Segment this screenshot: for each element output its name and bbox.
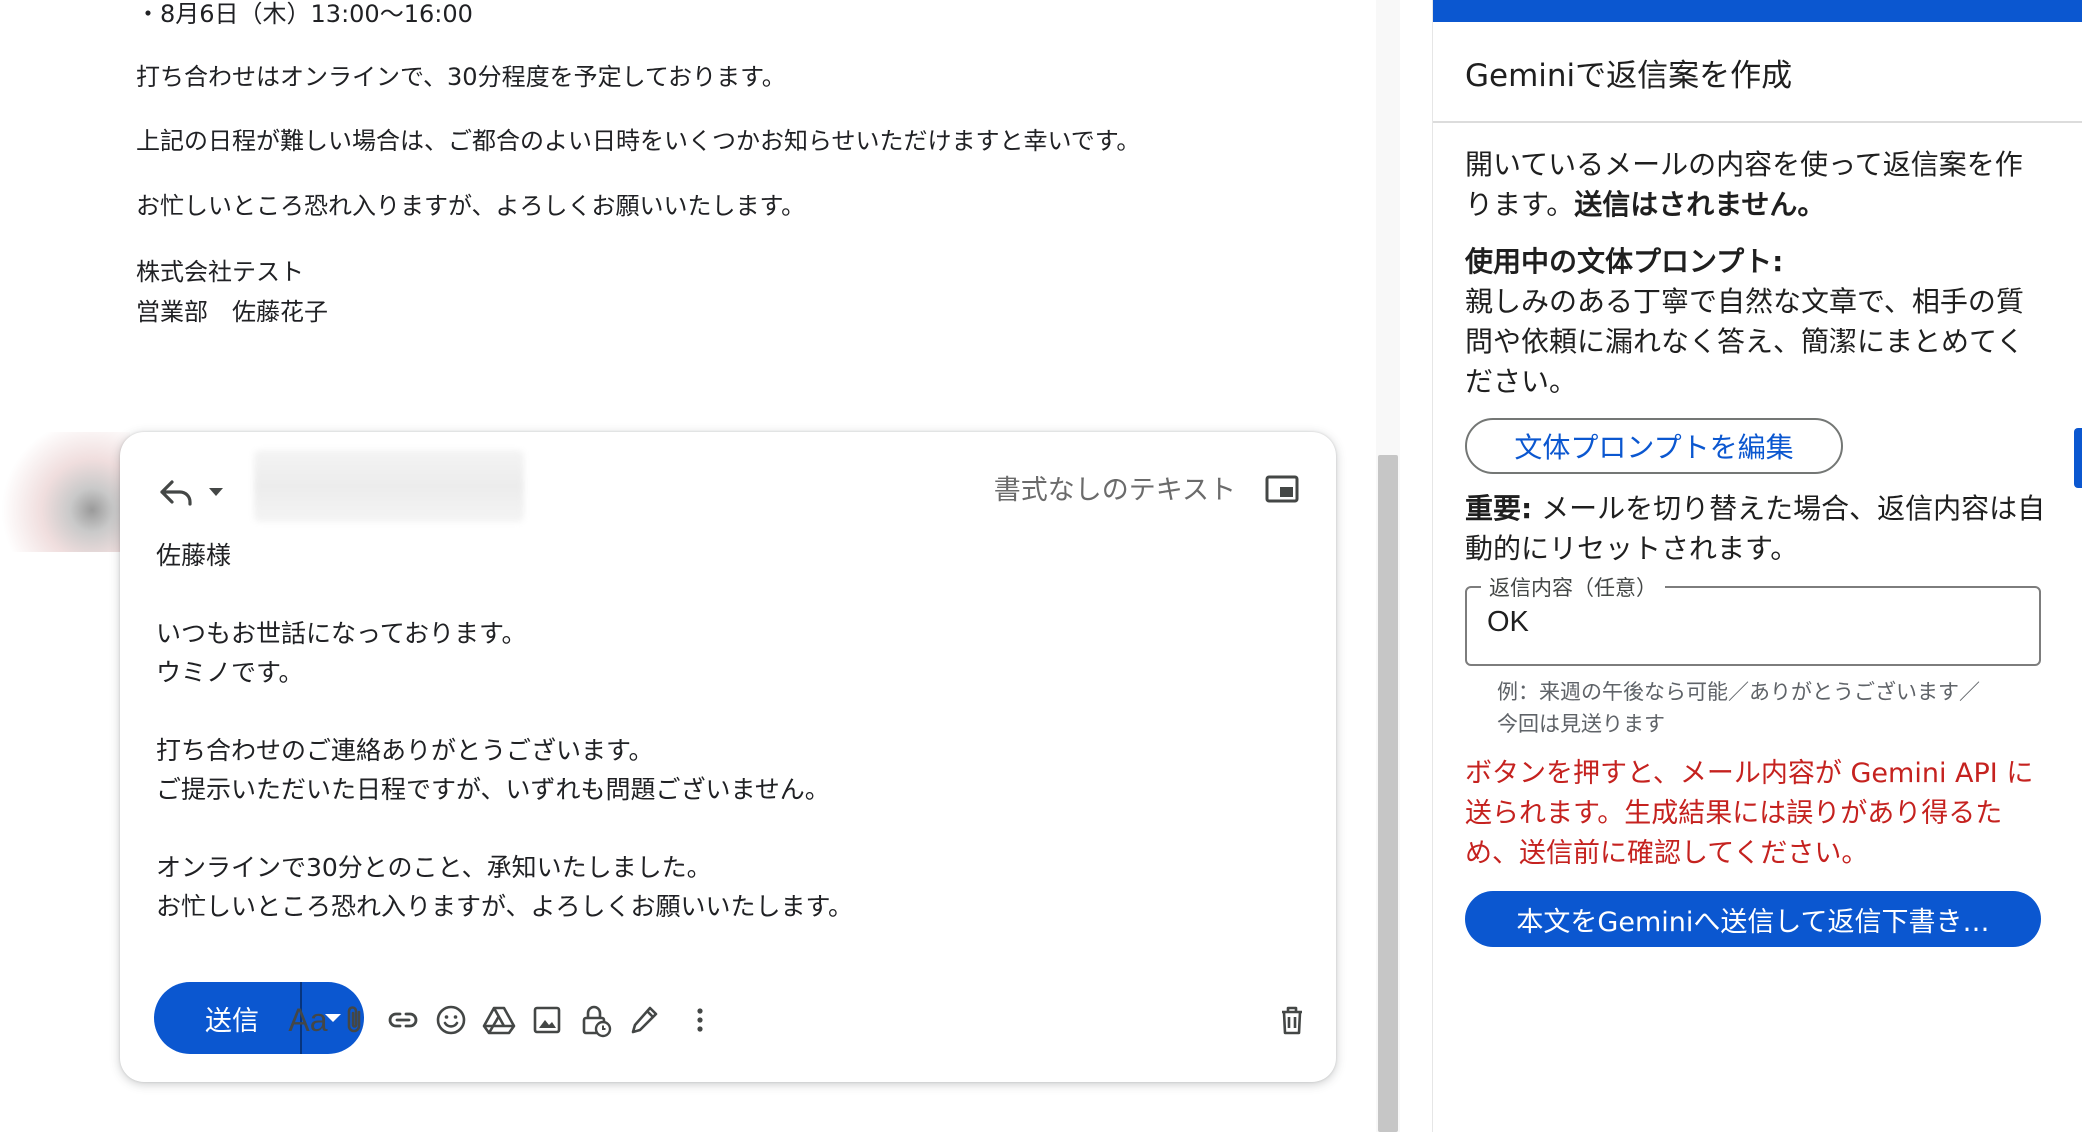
compose-body-line — [156, 692, 853, 731]
more-options-button[interactable] — [678, 998, 722, 1042]
text-format-icon: Aa — [288, 1001, 328, 1038]
insert-link-button[interactable] — [381, 998, 425, 1042]
reply-type-icon[interactable] — [156, 472, 196, 512]
compose-body[interactable]: 佐藤様 いつもお世話になっております。 ウミノです。 打ち合わせのご連絡ありがと… — [156, 536, 853, 926]
important-note: 重要: メールを切り替えた場合、返信内容は自 動的にリセットされます。 — [1465, 489, 2065, 569]
panel-intro-line: 開いているメールの内容を使って返信案を作 — [1465, 148, 2023, 181]
pen-icon — [631, 1006, 658, 1034]
api-warning-line: 送られます。生成結果には誤りがあり得るた — [1465, 798, 2003, 829]
panel-intro-bold: 送信はされません。 — [1574, 188, 1826, 221]
popout-icon[interactable] — [1264, 474, 1300, 504]
emoji-icon — [436, 1005, 466, 1035]
compose-body-line: 打ち合わせのご連絡ありがとうございます。 — [156, 736, 654, 765]
reply-content-input[interactable] — [1487, 606, 2017, 639]
formatting-options-button[interactable]: Aa — [286, 998, 330, 1042]
thread-line-online: 打ち合わせはオンラインで、30分程度を予定しております。 — [136, 63, 786, 91]
trash-icon — [1282, 1006, 1302, 1035]
panel-intro-line: ります。 — [1465, 188, 1575, 221]
compose-body-line: いつもお世話になっております。 — [156, 619, 527, 648]
api-warning-line: め、送信前に確認してください。 — [1465, 838, 1869, 869]
style-prompt-line: 親しみのある丁寧で自然な文章で、相手の質 — [1465, 285, 2024, 318]
attach-file-button[interactable] — [332, 998, 376, 1042]
panel-header-bar — [1433, 0, 2082, 22]
plain-text-mode-label[interactable]: 書式なしのテキスト — [994, 468, 1236, 507]
compose-body-line: ウミノです。 — [156, 658, 304, 687]
recipient-field[interactable] — [254, 450, 524, 522]
insert-photo-button[interactable] — [525, 998, 569, 1042]
thread-line-schedule: 上記の日程が難しい場合は、ご都合のよい日時をいくつかお知らせいただけますと幸いで… — [136, 127, 1141, 155]
panel-title: Geminiで返信案を作成 — [1465, 58, 1793, 94]
reply-compose-card: 書式なしのテキスト 佐藤様 いつもお世話になっております。 ウミノです。 打ち合… — [120, 432, 1336, 1082]
style-prompt-line: ださい。 — [1465, 365, 1578, 398]
link-icon — [388, 1012, 418, 1028]
google-drive-icon — [482, 1006, 516, 1035]
lock-clock-icon — [582, 1005, 612, 1038]
send-button[interactable]: 送信 — [154, 982, 300, 1054]
compose-body-line: お忙しいところ恐れ入りますが、よろしくお願いいたします。 — [156, 892, 854, 921]
email-thread: ・8月6日（木）13:00〜16:00 打ち合わせはオンラインで、30分程度を予… — [0, 0, 1400, 1132]
reply-content-field: 返信内容（任意） — [1465, 572, 2041, 666]
important-label: 重要: — [1465, 492, 1533, 525]
thread-line-signature: 営業部 佐藤花子 — [136, 298, 328, 326]
important-line: メールを切り替えた場合、返信内容は自 — [1532, 492, 2046, 525]
reply-type-dropdown-icon[interactable] — [206, 484, 226, 500]
api-warning-line: ボタンを押すと、メール内容が Gemini API に — [1465, 758, 2034, 789]
compose-body-line — [156, 809, 853, 848]
generate-reply-draft-button[interactable]: 本文をGeminiへ送信して返信下書き… — [1465, 891, 2041, 947]
style-prompt-line: 問や依頼に漏れなく答え、簡潔にまとめてく — [1465, 325, 2025, 358]
compose-body-line: 佐藤様 — [156, 541, 232, 570]
insert-signature-button[interactable] — [622, 998, 666, 1042]
decorative-glow — [0, 432, 130, 552]
confidential-mode-button[interactable] — [573, 998, 617, 1042]
more-vert-icon — [697, 1008, 703, 1032]
thread-scrollbar-thumb[interactable] — [1378, 455, 1398, 1132]
thread-line-date: ・8月6日（木）13:00〜16:00 — [136, 0, 473, 28]
important-line: 動的にリセットされます。 — [1465, 532, 1799, 565]
reply-hint-line: 例：来週の午後なら可能／ありがとうございます／ — [1497, 680, 1980, 704]
panel-intro: 開いているメールの内容を使って返信案を作 ります。送信はされません。 — [1465, 145, 2065, 225]
thread-line-closing: お忙しいところ恐れ入りますが、よろしくお願いいたします。 — [136, 192, 806, 220]
style-prompt-heading: 使用中の文体プロンプト: — [1465, 245, 1784, 278]
reply-hint-line: 今回は見送ります — [1497, 712, 1665, 736]
edit-style-prompt-button[interactable]: 文体プロンプトを編集 — [1465, 418, 1843, 474]
insert-emoji-button[interactable] — [429, 998, 473, 1042]
panel-resize-handle[interactable] — [2074, 428, 2082, 488]
style-prompt-section: 使用中の文体プロンプト: 親しみのある丁寧で自然な文章で、相手の質 問や依頼に漏… — [1465, 242, 2065, 402]
insert-drive-file-button[interactable] — [477, 998, 521, 1042]
gemini-reply-panel: Geminiで返信案を作成 開いているメールの内容を使って返信案を作 ります。送… — [1432, 0, 2082, 1132]
reply-content-label: 返信内容（任意） — [1481, 572, 1665, 602]
compose-body-line: オンラインで30分とのこと、承知いたしました。 — [156, 853, 712, 882]
compose-body-line: ご提示いただいた日程ですが、いずれも問題ございません。 — [156, 775, 830, 804]
paperclip-icon — [347, 1006, 361, 1033]
thread-line-company: 株式会社テスト — [136, 258, 304, 286]
discard-draft-button[interactable] — [1270, 998, 1314, 1042]
compose-body-line — [156, 575, 853, 614]
photo-icon — [533, 1006, 561, 1034]
panel-divider — [1433, 121, 2082, 123]
